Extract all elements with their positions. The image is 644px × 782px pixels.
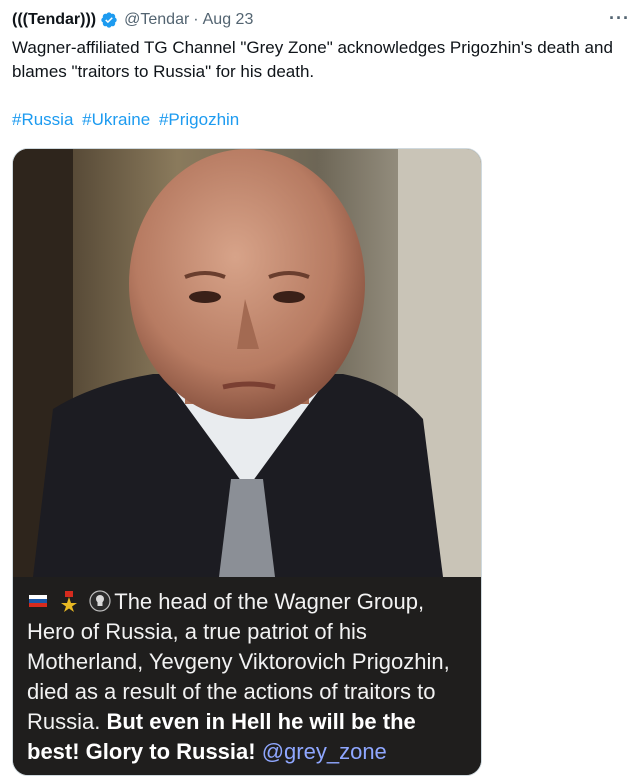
hashtag-prigozhin[interactable]: #Prigozhin (159, 110, 239, 129)
verified-badge-icon (101, 12, 117, 28)
user-handle[interactable]: @Tendar (124, 11, 189, 29)
tweet-header: (((Tendar))) @Tendar · Aug 23 ··· (12, 8, 632, 32)
wagner-skull-emblem-icon (89, 590, 111, 612)
caption-mention[interactable]: @grey_zone (262, 739, 387, 764)
separator-dot: · (193, 11, 199, 28)
hashtag-ukraine[interactable]: #Ukraine (82, 110, 150, 129)
hashtag-list: #Russia #Ukraine #Prigozhin (12, 108, 243, 132)
tweet-text: Wagner-affiliated TG Channel "Grey Zone"… (12, 38, 613, 81)
image-caption: The head of the Wagner Group, Hero of Ru… (13, 577, 481, 775)
hashtag-russia[interactable]: #Russia (12, 110, 73, 129)
more-options-icon[interactable]: ··· (609, 8, 630, 29)
tweet-media[interactable]: The head of the Wagner Group, Hero of Ru… (12, 148, 482, 776)
display-name[interactable]: (((Tendar))) (12, 11, 96, 29)
hero-star-medal-icon (61, 591, 78, 612)
tweet-date[interactable]: Aug 23 (203, 11, 254, 29)
portrait-photo (13, 149, 481, 577)
russian-flag-icon (29, 595, 47, 607)
